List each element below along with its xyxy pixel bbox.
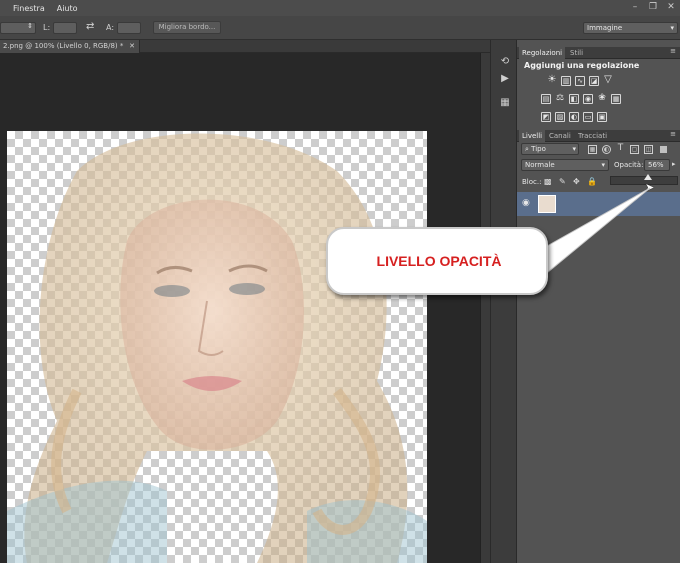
gradient-map-icon[interactable]: ▭ xyxy=(583,112,593,122)
adjustment-row-2: ▤ ⚖ ◧ ◉ ❀ ▦ xyxy=(541,94,621,104)
image-canvas[interactable] xyxy=(7,131,427,563)
menubar: Finestra Aiuto xyxy=(0,0,680,16)
exposure-icon[interactable]: ◪ xyxy=(589,76,599,86)
opacity-slider-thumb[interactable] xyxy=(643,174,652,180)
actions-play-icon[interactable]: ▶ xyxy=(499,73,511,85)
tab-regolazioni[interactable]: Regolazioni xyxy=(519,47,566,59)
threshold-icon[interactable]: ◐ xyxy=(569,112,579,122)
levels-icon[interactable]: ▥ xyxy=(561,76,571,86)
chevron-updown-icon: ⇕ xyxy=(27,22,33,30)
swap-icon[interactable]: ⇄ xyxy=(86,21,94,32)
filter-toggle[interactable] xyxy=(660,146,667,153)
filter-shape-icon[interactable]: ▢ xyxy=(630,145,639,154)
right-panel: Regolazioni Stili ≡ Aggiungi una regolaz… xyxy=(517,40,680,563)
filter-smart-icon[interactable]: ◫ xyxy=(644,145,653,154)
minimize-icon[interactable]: – xyxy=(630,2,640,12)
callout-text: LIVELLO OPACITÀ xyxy=(376,253,502,269)
style-select[interactable]: ⇕ xyxy=(0,22,36,34)
panel-dock: ⟲ ▶ ▦ xyxy=(490,40,517,563)
document-tab[interactable]: 2.png @ 100% (Livello 0, RGB/8) * ✕ xyxy=(0,40,140,53)
color-balance-icon[interactable]: ⚖ xyxy=(555,94,565,104)
width-label: L: xyxy=(43,23,51,32)
tab-livelli[interactable]: Livelli xyxy=(519,130,546,142)
callout-bubble: LIVELLO OPACITÀ xyxy=(326,227,548,295)
close-icon[interactable]: ✕ xyxy=(666,2,676,12)
vibrance-icon[interactable]: ▽ xyxy=(603,75,613,86)
refine-edge-button[interactable]: Migliora bordo... xyxy=(153,21,221,34)
selective-color-icon[interactable]: ▣ xyxy=(597,112,607,122)
opacity-slider[interactable] xyxy=(610,174,678,185)
layers-tabs: Livelli Canali Tracciati ≡ xyxy=(517,130,680,142)
channel-mixer-icon[interactable]: ❀ xyxy=(597,94,607,104)
photo-filter-icon[interactable]: ◉ xyxy=(583,94,593,104)
lock-transparency-icon[interactable]: ▩ xyxy=(544,177,552,186)
filter-kind-value: Tipo xyxy=(531,145,546,153)
menu-aiuto[interactable]: Aiuto xyxy=(57,4,78,13)
adjustments-heading: Aggiungi una regolazione xyxy=(524,61,640,70)
black-white-icon[interactable]: ◧ xyxy=(569,94,579,104)
filter-pixel-icon[interactable]: ▦ xyxy=(588,145,597,154)
lock-label: Bloc.: xyxy=(522,178,542,186)
adjustment-row-3: ◩ ▨ ◐ ▭ ▣ xyxy=(541,112,607,122)
tab-tracciati[interactable]: Tracciati xyxy=(575,130,610,142)
height-label: A: xyxy=(106,23,115,32)
invert-icon[interactable]: ◩ xyxy=(541,112,551,122)
blend-mode-value: Normale xyxy=(525,161,555,169)
menu-finestra[interactable]: Finestra xyxy=(13,4,45,13)
properties-icon[interactable]: ▦ xyxy=(499,97,511,109)
chevron-down-icon: ▾ xyxy=(601,161,605,169)
eye-icon[interactable]: ◉ xyxy=(522,198,530,208)
curves-icon[interactable]: ∿ xyxy=(575,76,585,86)
tab-canali[interactable]: Canali xyxy=(546,130,574,142)
chevron-down-icon: ▾ xyxy=(572,145,576,153)
lock-pixels-icon[interactable]: ✎ xyxy=(559,177,566,186)
brightness-icon[interactable]: ☀ xyxy=(547,75,557,86)
opacity-field[interactable]: 56% xyxy=(644,159,670,171)
adjustments-tabs: Regolazioni Stili ≡ xyxy=(517,47,680,59)
tab-stili[interactable]: Stili xyxy=(567,47,586,59)
blend-mode-select[interactable]: Normale ▾ xyxy=(521,159,609,171)
layers-menu-icon[interactable]: ≡ xyxy=(670,130,676,138)
document-tab-bar: 2.png @ 100% (Livello 0, RGB/8) * ✕ xyxy=(0,40,490,53)
options-bar: ⇕ L: ⇄ A: Migliora bordo... Immagine ▾ xyxy=(0,16,680,40)
mode-select[interactable]: Immagine ▾ xyxy=(583,22,678,34)
hue-saturation-icon[interactable]: ▤ xyxy=(541,94,551,104)
opacity-value: 56% xyxy=(648,161,664,169)
layer-thumbnail xyxy=(538,195,556,213)
filter-type-icon[interactable]: T xyxy=(616,144,625,154)
lock-all-icon[interactable]: 🔒 xyxy=(587,177,597,186)
workspace xyxy=(0,53,490,563)
lock-position-icon[interactable]: ✥ xyxy=(573,177,580,186)
mode-select-value: Immagine xyxy=(587,24,623,32)
chevron-down-icon: ▾ xyxy=(670,24,674,32)
portrait-image xyxy=(7,133,427,563)
vertical-scrollbar[interactable] xyxy=(480,53,490,563)
panel-menu-icon[interactable]: ≡ xyxy=(670,47,676,55)
filter-kind-select[interactable]: ⌕ Tipo ▾ xyxy=(521,143,579,155)
height-field[interactable] xyxy=(117,22,141,34)
color-lookup-icon[interactable]: ▦ xyxy=(611,94,621,104)
restore-icon[interactable]: ❐ xyxy=(648,2,658,12)
tab-close-icon[interactable]: ✕ xyxy=(129,40,135,53)
history-icon[interactable]: ⟲ xyxy=(499,56,511,68)
filter-adjustment-icon[interactable]: ◐ xyxy=(602,145,611,154)
adjustment-row-1: ☀ ▥ ∿ ◪ ▽ xyxy=(547,75,613,86)
layer-row[interactable]: ◉ xyxy=(517,192,680,216)
posterize-icon[interactable]: ▨ xyxy=(555,112,565,122)
width-field[interactable] xyxy=(53,22,77,34)
opacity-dropdown-icon[interactable]: ▸ xyxy=(672,160,676,168)
opacity-label: Opacità: xyxy=(614,161,644,169)
document-tab-title: 2.png @ 100% (Livello 0, RGB/8) * xyxy=(3,42,124,50)
